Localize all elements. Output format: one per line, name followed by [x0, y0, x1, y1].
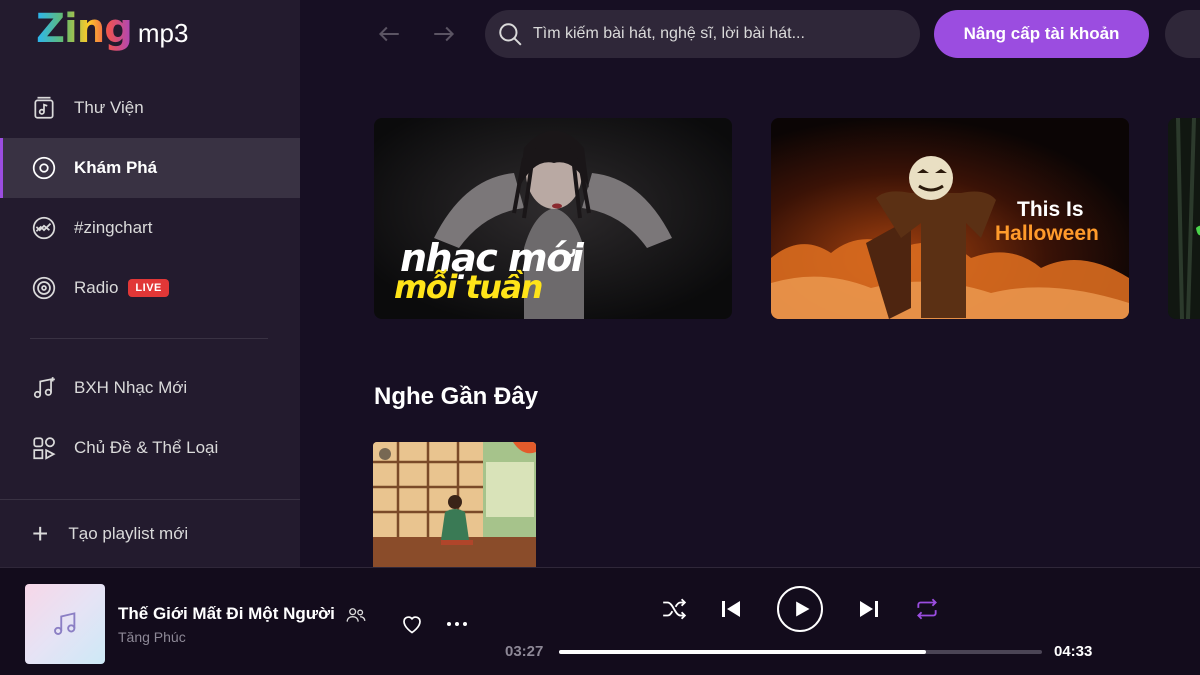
library-icon — [30, 94, 58, 122]
progress-bar[interactable] — [559, 650, 1042, 654]
header-extra-button[interactable] — [1165, 10, 1200, 58]
search-input[interactable] — [533, 25, 903, 43]
progress-fill — [559, 650, 927, 654]
sidebar-item-zingchart[interactable]: #zingchart — [0, 198, 300, 258]
shuffle-icon[interactable] — [661, 596, 687, 622]
next-track-icon[interactable] — [858, 597, 880, 621]
sidebar-item-label: Thư Viện — [74, 98, 144, 117]
recent-playlist-card[interactable] — [373, 442, 536, 567]
sidebar-item-label: Radio — [74, 278, 119, 297]
section-title: Nghe Gần Đây — [374, 383, 539, 410]
discover-icon — [30, 154, 58, 182]
sidebar-item-categories[interactable]: Chủ Đề & Thể Loại — [0, 418, 300, 478]
banner-artwork — [1168, 118, 1200, 319]
sidebar-item-radio[interactable]: Radio LIVE — [0, 258, 300, 318]
sidebar-item-label: BXH Nhạc Mới — [74, 378, 188, 397]
radio-icon — [30, 274, 58, 302]
main-nav: Thư Viện Khám Phá #zingchart Radio LIVE — [0, 78, 300, 318]
search-bar[interactable] — [485, 10, 920, 58]
banner-partial[interactable] — [1168, 118, 1200, 319]
song-thumbnail[interactable] — [25, 584, 105, 664]
play-icon — [795, 601, 809, 617]
artist-name[interactable]: Tăng Phúc — [118, 629, 186, 645]
categories-icon — [30, 434, 58, 462]
banner-title-line2: Halloween — [995, 222, 1099, 245]
repeat-icon[interactable] — [914, 596, 940, 622]
playlist-cover-art — [373, 442, 536, 567]
plus-icon: + — [32, 517, 49, 549]
player-bar: Thế Giới Mất Đi Một Người Tăng Phúc 03:2… — [0, 567, 1200, 675]
sidebar: Zing mp3 Thư Viện Khám Phá #zingchart Ra… — [0, 0, 300, 567]
sidebar-item-new-chart[interactable]: BXH Nhạc Mới — [0, 358, 300, 418]
forward-arrow-icon[interactable] — [429, 20, 459, 48]
banner-title-line1: This Is — [1017, 198, 1084, 221]
live-badge: LIVE — [128, 279, 169, 297]
sidebar-divider — [30, 338, 268, 339]
back-arrow-icon[interactable] — [374, 20, 404, 48]
total-time: 04:33 — [1054, 643, 1093, 660]
current-time: 03:27 — [505, 643, 544, 660]
sidebar-item-label: #zingchart — [74, 218, 153, 237]
new-playlist-label: Tạo playlist mới — [68, 523, 189, 543]
play-button[interactable] — [777, 586, 823, 632]
sidebar-item-label: Chủ Đề & Thể Loại — [74, 438, 219, 457]
sidebar-item-library[interactable]: Thư Viện — [0, 78, 300, 138]
banner-new-music-weekly[interactable]: nhạc mới mỗi tuần — [374, 118, 732, 319]
banner-title-line2: mỗi tuần — [394, 268, 543, 306]
sidebar-item-label: Khám Phá — [74, 158, 158, 177]
secondary-nav: BXH Nhạc Mới Chủ Đề & Thể Loại — [0, 358, 300, 478]
upgrade-account-button[interactable]: Nâng cấp tài khoản — [934, 10, 1149, 58]
sidebar-item-discover[interactable]: Khám Phá — [0, 138, 300, 198]
logo-main-text: Zing — [36, 6, 133, 52]
heart-icon[interactable] — [400, 612, 424, 636]
zing-mp3-logo[interactable]: Zing mp3 — [36, 6, 188, 56]
artists-icon — [346, 608, 366, 622]
chart-icon — [30, 214, 58, 242]
new-playlist-button[interactable]: + Tạo playlist mới — [0, 499, 300, 567]
banner-this-is-halloween[interactable]: This Is Halloween — [771, 118, 1129, 319]
music-notes-icon — [30, 374, 58, 402]
song-title[interactable]: Thế Giới Mất Đi Một Người — [118, 604, 335, 624]
previous-track-icon[interactable] — [720, 597, 742, 621]
search-icon — [499, 23, 522, 46]
music-note-icon — [54, 612, 76, 635]
more-options-icon[interactable] — [444, 612, 470, 636]
logo-sub-text: mp3 — [137, 18, 189, 48]
